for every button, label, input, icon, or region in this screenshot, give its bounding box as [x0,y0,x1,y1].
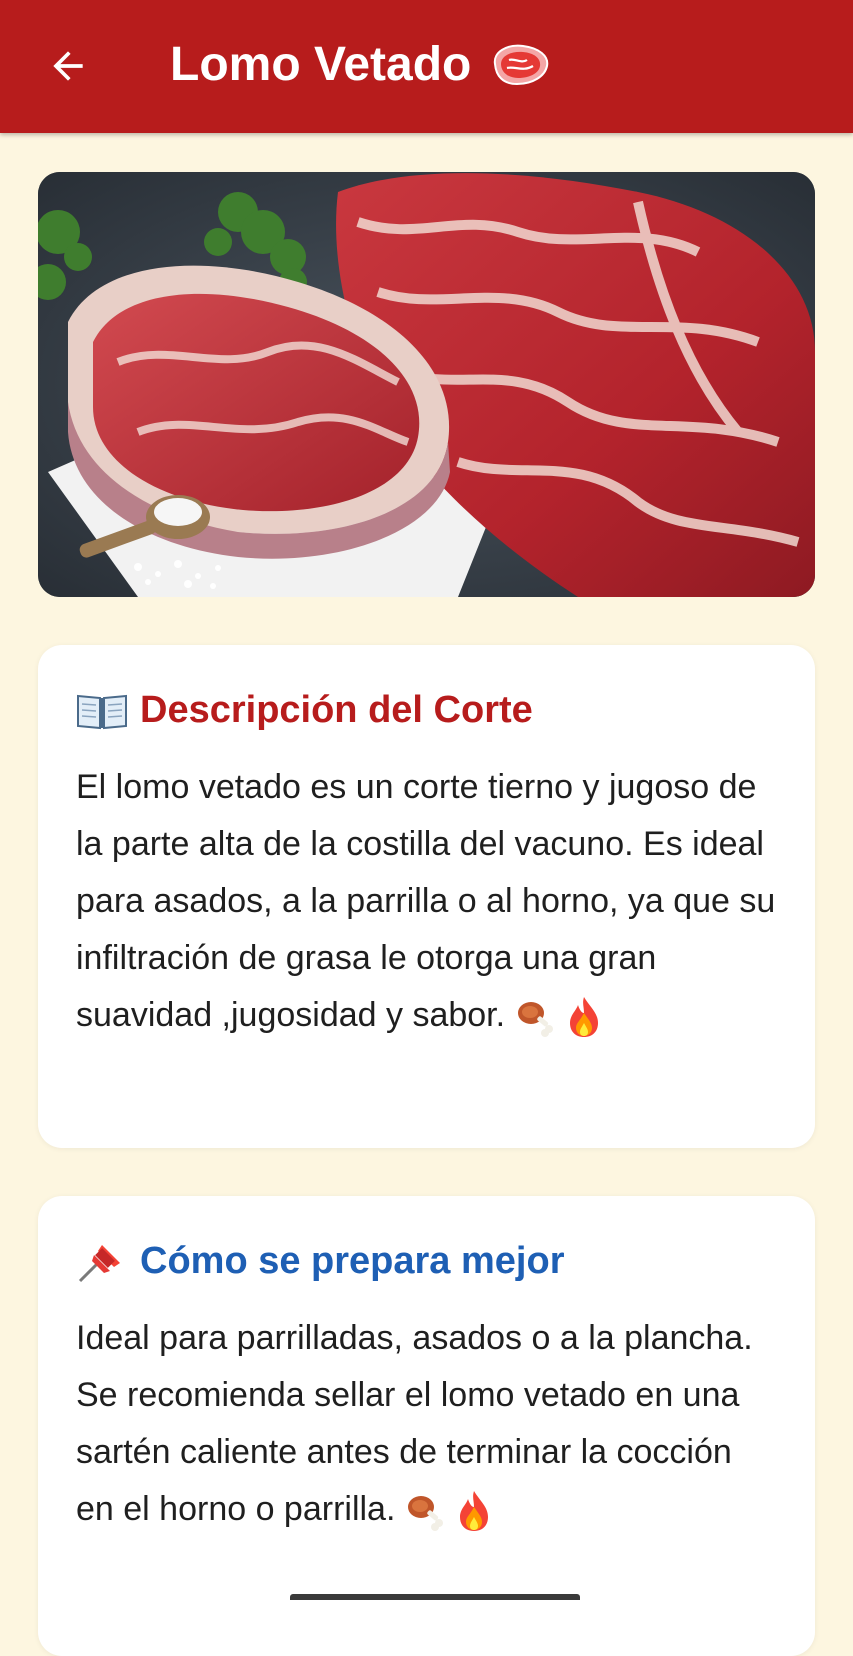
description-card: Descripción del Corte El lomo vetado es … [38,645,815,1148]
preparation-body: Ideal para parrilladas, asados o a la pl… [76,1310,777,1538]
meat-on-bone-icon [515,995,555,1039]
open-book-icon [76,688,128,732]
description-title-row: Descripción del Corte [76,685,777,735]
preparation-title: Cómo se prepara mejor [140,1236,564,1286]
hero-image [38,172,815,597]
page-title: Lomo Vetado [170,34,471,96]
arrow-left-icon [46,44,90,88]
preparation-title-row: Cómo se prepara mejor [76,1236,777,1286]
preparation-card: Cómo se prepara mejor Ideal para parrill… [38,1196,815,1656]
fire-icon [454,1489,494,1533]
app-bar: Lomo Vetado [0,0,853,133]
pushpin-icon [76,1239,128,1283]
description-body: El lomo vetado es un corte tierno y jugo… [76,759,777,1044]
meat-on-bone-icon [405,1489,445,1533]
meat-photo [38,172,815,597]
meat-icon [487,40,553,90]
description-title: Descripción del Corte [140,685,533,735]
page-title-wrap: Lomo Vetado [170,34,553,96]
fire-icon [564,995,604,1039]
gesture-bar[interactable] [290,1594,580,1600]
back-button[interactable] [38,36,98,96]
description-text: El lomo vetado es un corte tierno y jugo… [76,768,775,1034]
